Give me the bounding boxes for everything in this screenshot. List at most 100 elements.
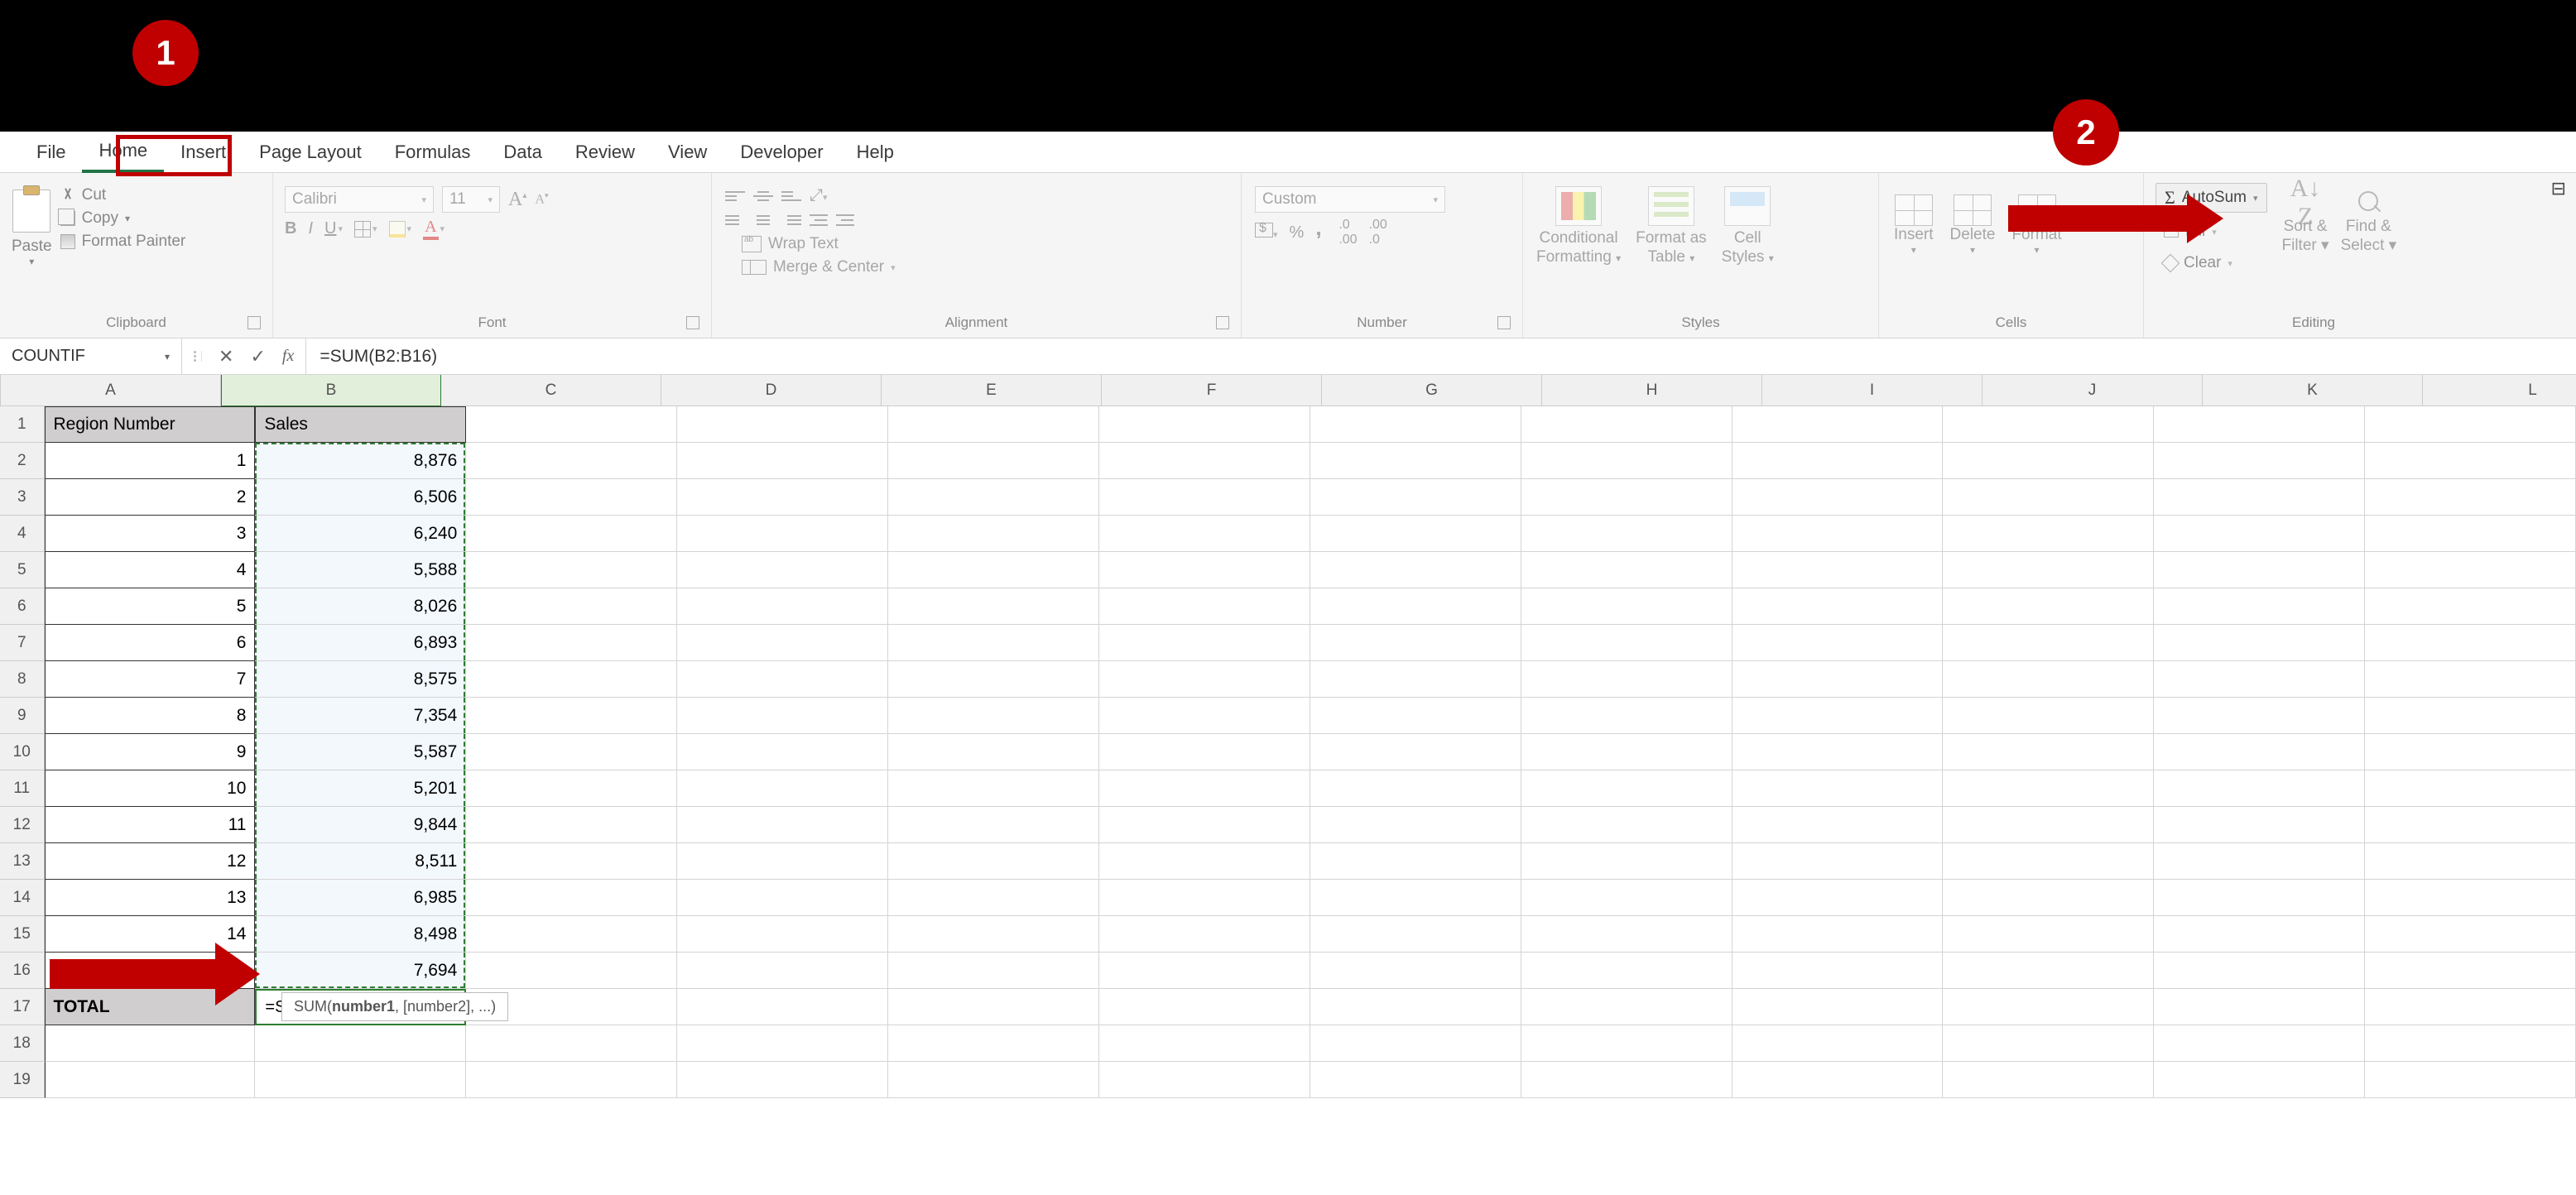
cell-E[interactable]: [888, 625, 1099, 661]
cell-K[interactable]: [2154, 661, 2365, 698]
cell-G[interactable]: [1310, 953, 1521, 989]
cell-G[interactable]: [1310, 916, 1521, 953]
column-header-D[interactable]: D: [661, 375, 882, 406]
cell-J[interactable]: [1943, 588, 2154, 625]
cell-K[interactable]: [2154, 443, 2365, 479]
insert-cells-button[interactable]: Insert▾: [1894, 186, 1934, 311]
cell-E[interactable]: [888, 552, 1099, 588]
cell-L[interactable]: [2365, 552, 2576, 588]
row-header-8[interactable]: 8: [0, 661, 45, 698]
column-header-A[interactable]: A: [1, 375, 221, 406]
cell-C[interactable]: [466, 953, 677, 989]
increase-decimal-button[interactable]: .0.00: [1338, 218, 1357, 247]
column-header-E[interactable]: E: [882, 375, 1102, 406]
cell-E[interactable]: [888, 588, 1099, 625]
cell-F[interactable]: [1099, 1062, 1310, 1098]
cell-E[interactable]: [888, 1025, 1099, 1062]
cell-b10[interactable]: 5,587: [255, 734, 466, 770]
align-right-button[interactable]: [781, 212, 801, 228]
cell-D[interactable]: [677, 843, 888, 880]
cell-I[interactable]: [1733, 552, 1944, 588]
cell-a18[interactable]: [45, 1025, 256, 1062]
function-tooltip[interactable]: SUM(number1, [number2], ...): [281, 992, 508, 1021]
tab-page-layout[interactable]: Page Layout: [243, 133, 378, 171]
copy-button[interactable]: Copy▾: [60, 209, 186, 228]
font-name-dropdown[interactable]: Calibri▾: [285, 186, 434, 213]
cell-J[interactable]: [1943, 843, 2154, 880]
cell-H[interactable]: [1521, 443, 1733, 479]
dialog-launcher-icon[interactable]: [248, 316, 261, 329]
cell-b5[interactable]: 5,588: [255, 552, 466, 588]
cell-D[interactable]: [677, 1062, 888, 1098]
percent-button[interactable]: [1290, 223, 1305, 242]
cell-C[interactable]: [466, 625, 677, 661]
tab-file[interactable]: File: [20, 133, 82, 171]
underline-button[interactable]: U▾: [324, 219, 343, 238]
row-header-9[interactable]: 9: [0, 698, 45, 734]
paste-button[interactable]: Paste ▾: [7, 178, 60, 311]
cell-D[interactable]: [677, 807, 888, 843]
cell-J[interactable]: [1943, 1062, 2154, 1098]
cell-G[interactable]: [1310, 1062, 1521, 1098]
cell-L[interactable]: [2365, 843, 2576, 880]
increase-indent-button[interactable]: [836, 213, 854, 228]
cell-a9[interactable]: 8: [45, 698, 256, 734]
cell-C[interactable]: [466, 588, 677, 625]
row-header-5[interactable]: 5: [0, 552, 45, 588]
borders-button[interactable]: ▾: [354, 221, 377, 238]
cell-K[interactable]: [2154, 698, 2365, 734]
tab-formulas[interactable]: Formulas: [378, 133, 488, 171]
cell-F[interactable]: [1099, 479, 1310, 516]
cell-L[interactable]: [2365, 698, 2576, 734]
cell-C[interactable]: [466, 843, 677, 880]
cell-I[interactable]: [1733, 443, 1944, 479]
cell-a2[interactable]: 1: [45, 443, 256, 479]
cell-D[interactable]: [677, 443, 888, 479]
cell-H[interactable]: [1521, 479, 1733, 516]
cell-G[interactable]: [1310, 661, 1521, 698]
cell-a6[interactable]: 5: [45, 588, 256, 625]
cancel-formula-button[interactable]: ✕: [219, 346, 233, 367]
cell-H[interactable]: [1521, 406, 1733, 443]
cell-I[interactable]: [1733, 734, 1944, 770]
cut-button[interactable]: Cut: [60, 186, 186, 204]
cell-I[interactable]: [1733, 989, 1944, 1025]
cell-a8[interactable]: 7: [45, 661, 256, 698]
cell-C[interactable]: [466, 880, 677, 916]
cell-a3[interactable]: 2: [45, 479, 256, 516]
cell-L[interactable]: [2365, 989, 2576, 1025]
cell-C[interactable]: [466, 516, 677, 552]
cell-E[interactable]: [888, 406, 1099, 443]
cell-H[interactable]: [1521, 843, 1733, 880]
cell-I[interactable]: [1733, 880, 1944, 916]
cell-F[interactable]: [1099, 406, 1310, 443]
row-header-14[interactable]: 14: [0, 880, 45, 916]
cell-J[interactable]: [1943, 734, 2154, 770]
cell-F[interactable]: [1099, 770, 1310, 807]
cell-I[interactable]: [1733, 843, 1944, 880]
enter-formula-button[interactable]: ✓: [250, 346, 265, 367]
column-header-C[interactable]: C: [441, 375, 661, 406]
cell-L[interactable]: [2365, 916, 2576, 953]
cell-b9[interactable]: 7,354: [255, 698, 466, 734]
cell-F[interactable]: [1099, 661, 1310, 698]
cell-L[interactable]: [2365, 807, 2576, 843]
cell-D[interactable]: [677, 625, 888, 661]
row-header-6[interactable]: 6: [0, 588, 45, 625]
cell-K[interactable]: [2154, 479, 2365, 516]
row-header-3[interactable]: 3: [0, 479, 45, 516]
cell-K[interactable]: [2154, 552, 2365, 588]
cell-L[interactable]: [2365, 770, 2576, 807]
column-header-K[interactable]: K: [2203, 375, 2423, 406]
cell-F[interactable]: [1099, 916, 1310, 953]
cell-a4[interactable]: 3: [45, 516, 256, 552]
cell-I[interactable]: [1733, 1025, 1944, 1062]
cell-E[interactable]: [888, 734, 1099, 770]
cell-G[interactable]: [1310, 807, 1521, 843]
chevron-down-icon[interactable]: ▾: [2253, 193, 2258, 204]
cell-D[interactable]: [677, 880, 888, 916]
align-top-button[interactable]: [725, 188, 745, 204]
cell-L[interactable]: [2365, 625, 2576, 661]
cell-b6[interactable]: 8,026: [255, 588, 466, 625]
cell-E[interactable]: [888, 443, 1099, 479]
